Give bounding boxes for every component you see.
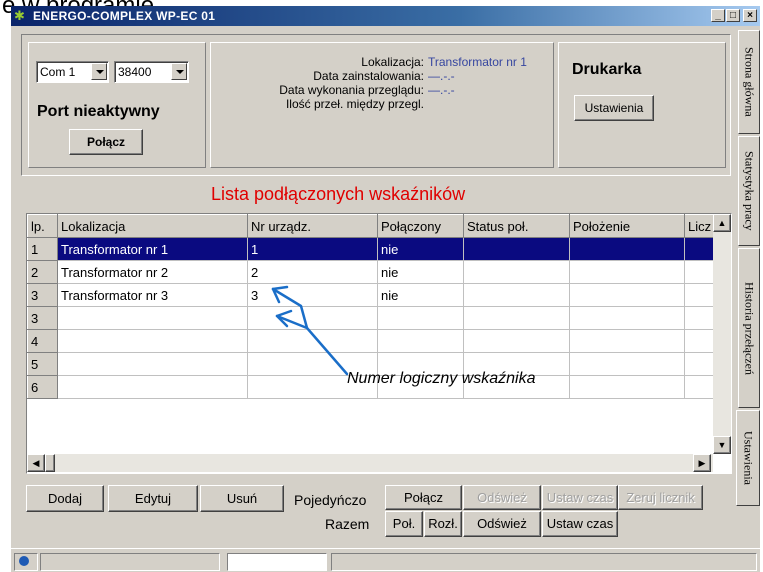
single-set-time-button[interactable]: Ustaw czas	[542, 485, 618, 510]
tab-strona-glowna[interactable]: Strona główna	[738, 30, 760, 134]
all-set-time-button[interactable]: Ustaw czas	[542, 511, 618, 537]
app-window: ✱ ENERGO-COMPLEX WP-EC 01 _ □ × Com 1 38…	[11, 6, 760, 572]
connection-led-icon	[19, 556, 29, 566]
tab-ustawienia[interactable]: Ustawienia	[736, 410, 760, 506]
status-panel-1	[40, 553, 220, 571]
tab-historia-przelaczen[interactable]: Historia przełączeń	[738, 248, 760, 408]
single-connect-button[interactable]: Połącz	[385, 485, 462, 510]
delete-button[interactable]: Usuń	[200, 485, 284, 512]
annotation-arrow-line	[271, 287, 349, 376]
all-refresh-button[interactable]: Odśwież	[463, 511, 541, 537]
annotation-text: Numer logiczny wskaźnika	[347, 370, 536, 387]
single-label: Pojedyńczo	[294, 492, 367, 508]
single-refresh-button[interactable]: Odśwież	[463, 485, 541, 510]
edit-button[interactable]: Edytuj	[108, 485, 198, 512]
status-progress	[227, 553, 327, 571]
all-label: Razem	[325, 516, 370, 532]
status-led-panel	[14, 553, 38, 571]
all-connect-button[interactable]: Poł.	[385, 511, 423, 537]
status-panel-2	[331, 553, 757, 571]
tab-statystyka-pracy[interactable]: Statystyka pracy	[738, 136, 760, 246]
status-bar	[11, 548, 760, 572]
single-reset-counter-button[interactable]: Zeruj licznik	[618, 485, 703, 510]
all-disconnect-button[interactable]: Rozł.	[424, 511, 462, 537]
add-button[interactable]: Dodaj	[26, 485, 104, 512]
